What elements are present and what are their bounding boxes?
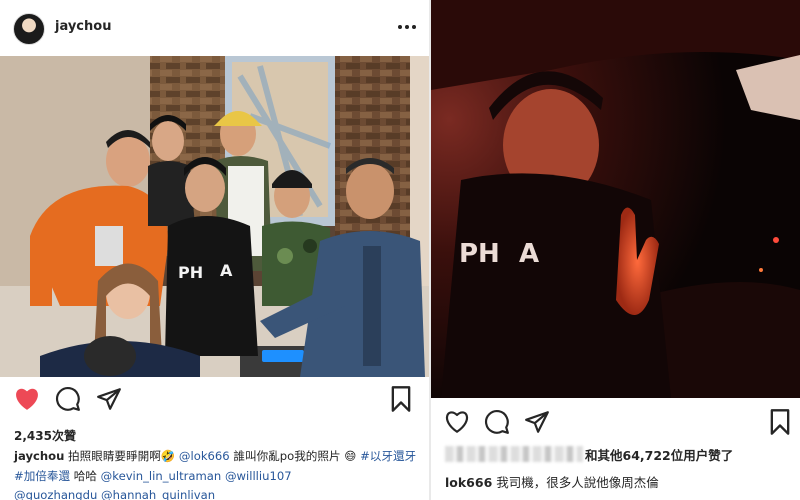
- svg-text:PH: PH: [459, 239, 500, 269]
- mention-link[interactable]: @guozhangdu: [14, 488, 97, 500]
- like-count[interactable]: 2,435次贊: [14, 427, 76, 444]
- caption-text: 誰叫你亂po我的照片: [233, 449, 341, 463]
- heart-outline-icon[interactable]: [442, 407, 472, 437]
- svg-text:A: A: [519, 239, 539, 269]
- caption-text: 拍照眼睛要睜開啊: [68, 449, 161, 463]
- post-photo[interactable]: PH A: [0, 56, 429, 377]
- mention-link[interactable]: @hannah_quinlivan: [101, 488, 215, 500]
- bookmark-icon[interactable]: [386, 384, 416, 414]
- caption-text: 我司機，很多人說他像周杰倫: [496, 475, 659, 490]
- mention-link[interactable]: @willliu107: [225, 469, 292, 483]
- smile-emoji: 😄: [344, 449, 357, 463]
- mention-link[interactable]: @kevin_lin_ultraman: [101, 469, 222, 483]
- caption-username[interactable]: jaychou: [14, 449, 64, 463]
- heart-filled-icon[interactable]: [12, 384, 42, 414]
- post-actions: [0, 384, 429, 420]
- blurred-username: [445, 446, 583, 462]
- svg-text:PH: PH: [178, 263, 203, 282]
- post-header: jaychou: [0, 0, 429, 56]
- post-photo[interactable]: PH A: [431, 0, 800, 398]
- share-icon[interactable]: [522, 407, 552, 437]
- svg-text:A: A: [220, 261, 233, 280]
- more-icon[interactable]: [394, 14, 420, 40]
- share-icon[interactable]: [94, 384, 124, 414]
- hashtag-link[interactable]: #以牙還牙: [360, 449, 416, 463]
- caption: lok666 我司機，很多人說他像周杰倫: [445, 472, 659, 491]
- caption-text: 哈哈: [73, 468, 97, 483]
- laughing-emoji: 🤣: [160, 449, 176, 463]
- caption-username[interactable]: lok666: [445, 475, 492, 490]
- comment-icon[interactable]: [53, 384, 83, 414]
- left-post: jaychou PH A 2,435次贊 jaychou 拍照眼睛要睜開啊🤣 @…: [0, 0, 429, 500]
- group-photo-image: PH A: [0, 56, 429, 377]
- post-actions: [431, 407, 800, 439]
- right-post: PH A 和其他64,722位用户赞了 lok666 我司機，很多人說他像周杰倫: [431, 0, 800, 500]
- comment-icon[interactable]: [482, 407, 512, 437]
- mention-lok666[interactable]: @lok666: [179, 449, 230, 463]
- hashtag-link[interactable]: #加倍奉還: [14, 469, 70, 483]
- bookmark-icon[interactable]: [765, 407, 795, 437]
- car-driver-image: PH A: [431, 0, 800, 398]
- like-summary[interactable]: 和其他64,722位用户赞了: [445, 444, 733, 464]
- avatar[interactable]: [13, 13, 45, 45]
- username[interactable]: jaychou: [55, 19, 111, 34]
- like-count-text: 和其他64,722位用户赞了: [585, 447, 734, 463]
- caption: jaychou 拍照眼睛要睜開啊🤣 @lok666 誰叫你亂po我的照片 😄 #…: [14, 447, 422, 500]
